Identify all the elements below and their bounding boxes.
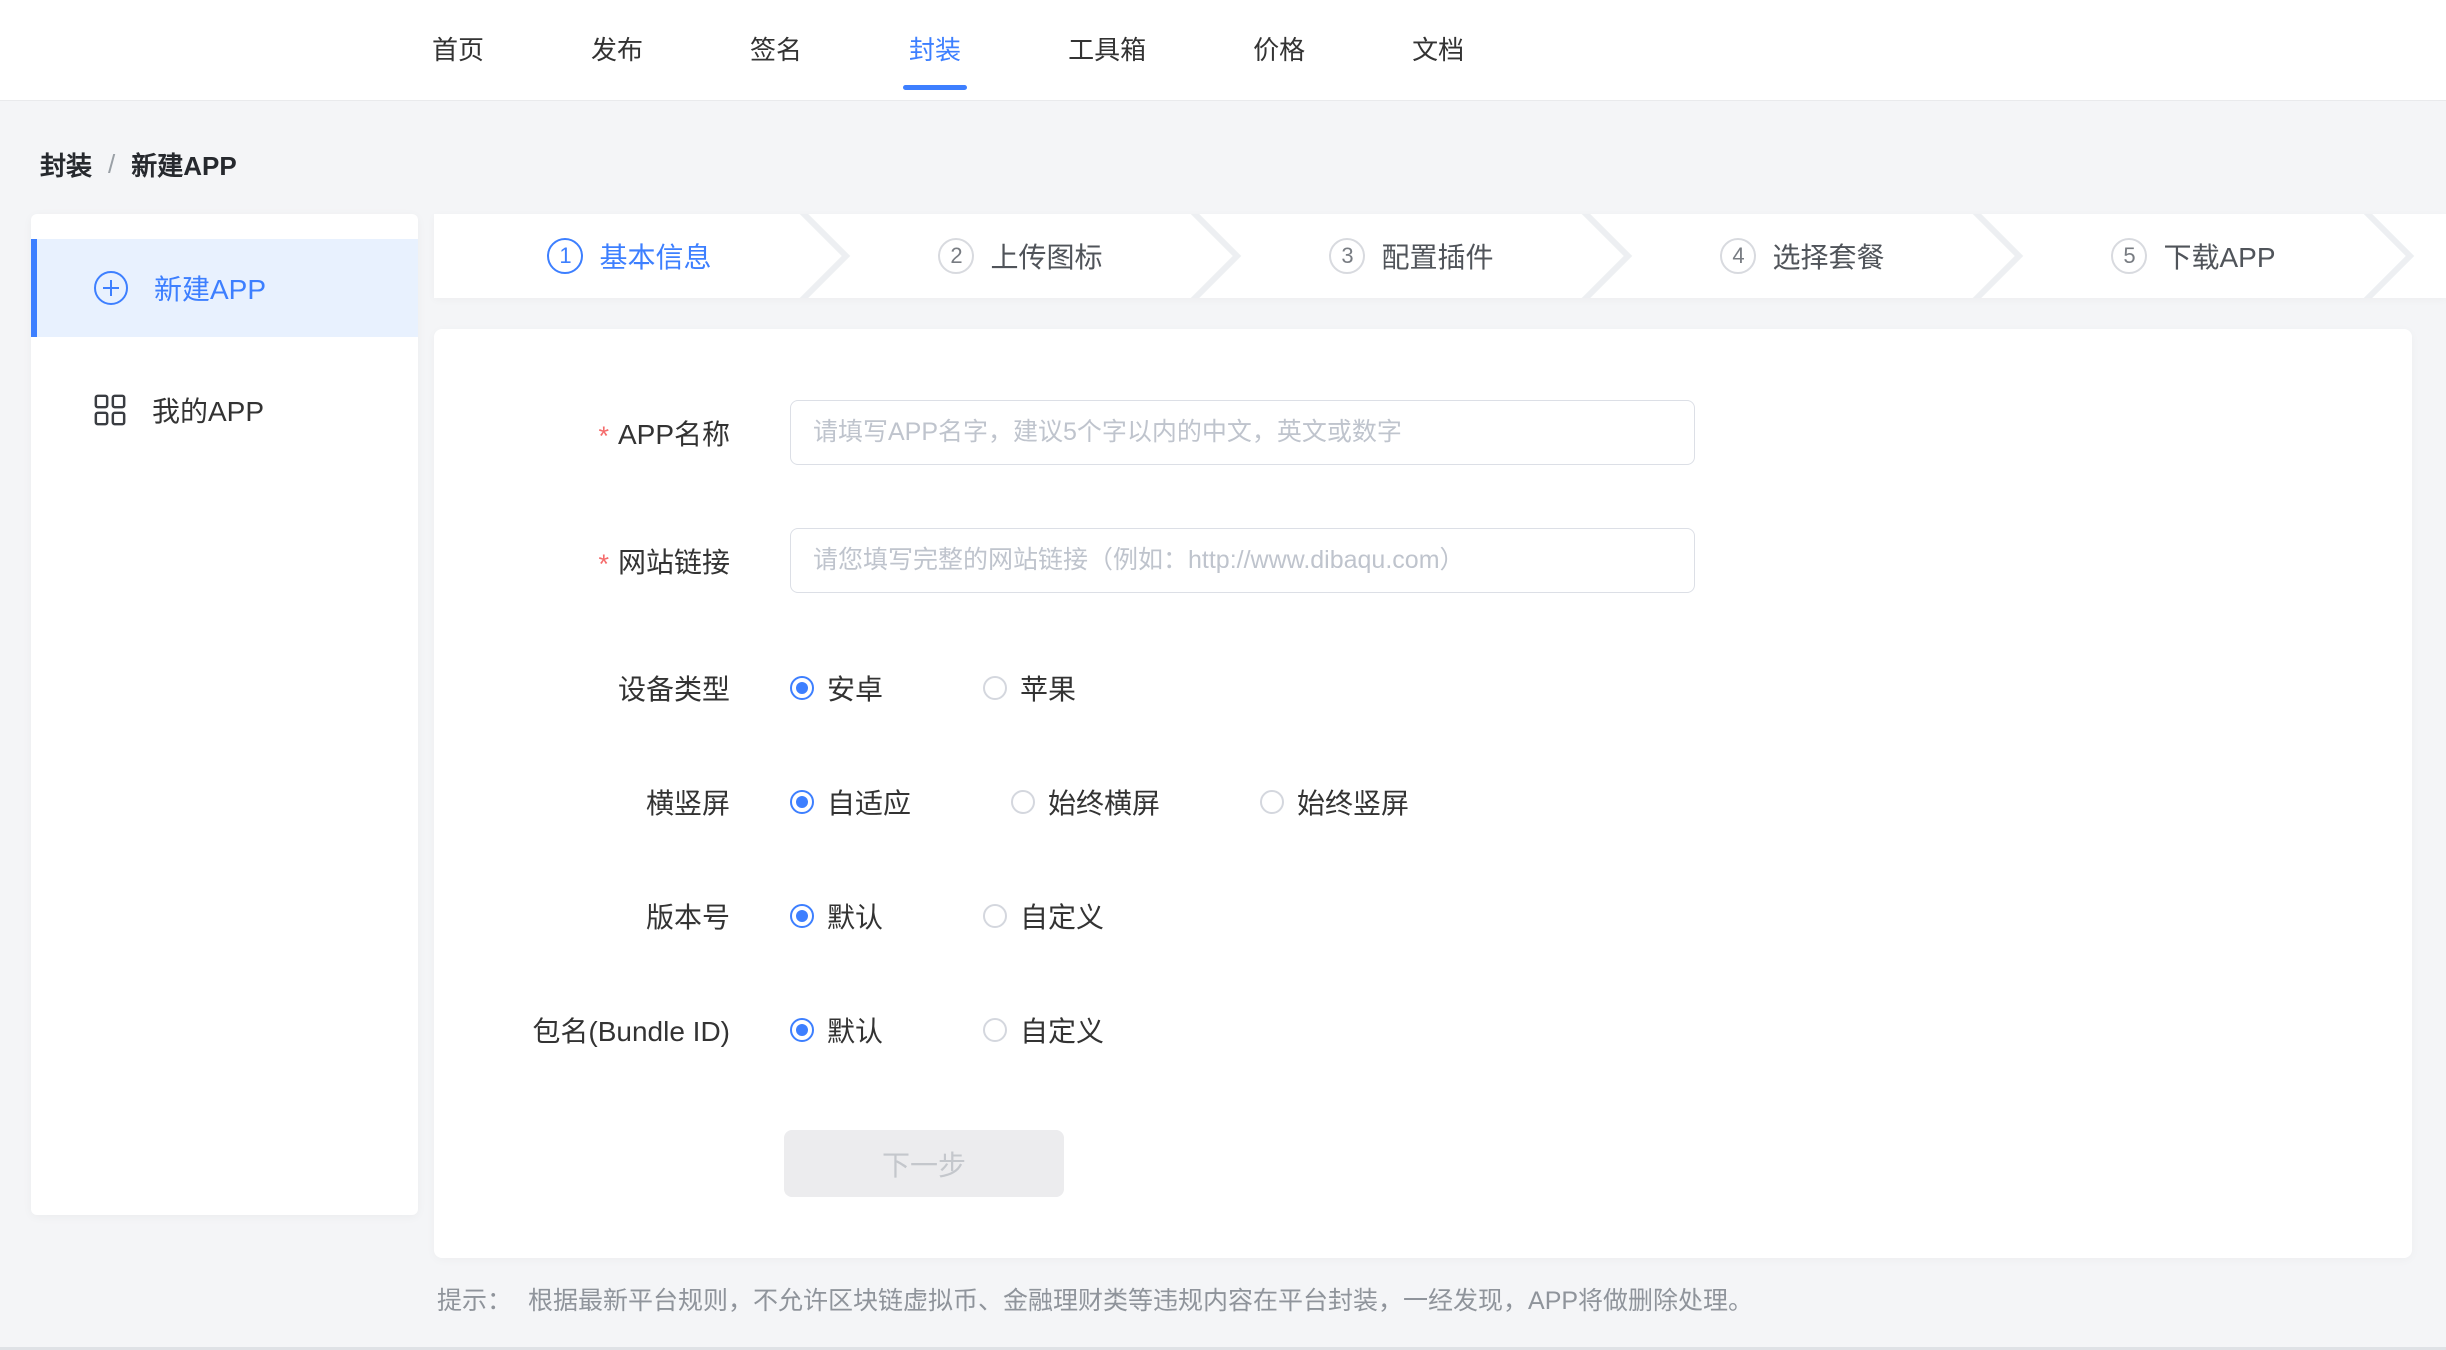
step-configure-plugins: 3 配置插件 [1216, 214, 1607, 298]
plus-circle-icon [93, 270, 129, 306]
nav-item-signature[interactable]: 签名 [750, 37, 802, 63]
breadcrumb-current: 新建APP [131, 146, 236, 183]
step-basic-info: 1 基本信息 [434, 214, 825, 298]
radio-icon [1260, 790, 1284, 814]
nav-item-package[interactable]: 封装 [909, 37, 961, 63]
radio-icon [1011, 790, 1035, 814]
form-row-orientation: 横竖屏 自适应 始终横屏 始终竖屏 [434, 777, 2412, 827]
step-download-app: 5 下载APP [1998, 214, 2389, 298]
nav-item-toolbox[interactable]: 工具箱 [1068, 37, 1146, 63]
sidebar-item-label: 我的APP [152, 390, 264, 430]
nav-item-docs[interactable]: 文档 [1412, 37, 1464, 63]
sidebar-item-new-app[interactable]: 新建APP [31, 239, 418, 337]
step-label: 配置插件 [1381, 236, 1493, 276]
radio-icon [790, 1018, 814, 1042]
main-nav: 首页 发布 签名 封装 工具箱 价格 文档 [432, 0, 1464, 100]
breadcrumb: 封装 / 新建APP [40, 146, 237, 183]
radio-icon [983, 676, 1007, 700]
step-number: 5 [2111, 238, 2147, 274]
platform-rules-tip: 提示： 根据最新平台规则，不允许区块链虚拟币、金融理财类等违规内容在平台封装，一… [437, 1281, 1753, 1317]
site-url-label: * 网站链接 [434, 541, 730, 581]
form-row-app-name: * APP名称 [434, 400, 2412, 465]
device-type-label: 设备类型 [434, 668, 730, 708]
radio-icon [983, 904, 1007, 928]
step-label: 基本信息 [599, 236, 711, 276]
chevron-separator-icon [2358, 214, 2418, 298]
radio-icon [983, 1018, 1007, 1042]
tip-text: 根据最新平台规则，不允许区块链虚拟币、金融理财类等违规内容在平台封装，一经发现，… [528, 1281, 1753, 1317]
step-label: 上传图标 [990, 236, 1102, 276]
version-label: 版本号 [434, 896, 730, 936]
nav-item-home[interactable]: 首页 [432, 37, 484, 63]
radio-bundle-custom[interactable]: 自定义 [983, 1010, 1104, 1050]
step-upload-icon: 2 上传图标 [825, 214, 1216, 298]
form-actions: 下一步 [434, 1130, 2412, 1197]
required-asterisk: * [598, 543, 609, 578]
sidebar-item-label: 新建APP [154, 268, 266, 308]
app-name-input[interactable] [790, 400, 1695, 465]
radio-icon [790, 904, 814, 928]
sidebar: 新建APP 我的APP [31, 214, 418, 1215]
radio-always-landscape[interactable]: 始终横屏 [1011, 782, 1160, 822]
radio-icon [790, 676, 814, 700]
app-name-label: * APP名称 [434, 413, 730, 453]
radio-always-portrait[interactable]: 始终竖屏 [1260, 782, 1409, 822]
radio-ios[interactable]: 苹果 [983, 668, 1076, 708]
radio-icon [790, 790, 814, 814]
radio-version-default[interactable]: 默认 [790, 896, 883, 936]
step-label: 选择套餐 [1772, 236, 1884, 276]
form-row-bundle-id: 包名(Bundle ID) 默认 自定义 [434, 1005, 2412, 1055]
radio-android[interactable]: 安卓 [790, 668, 883, 708]
form-row-version: 版本号 默认 自定义 [434, 891, 2412, 941]
step-number: 4 [1720, 238, 1756, 274]
step-number: 3 [1329, 238, 1365, 274]
radio-version-custom[interactable]: 自定义 [983, 896, 1104, 936]
form-row-site-url: * 网站链接 [434, 528, 2412, 593]
tip-prefix: 提示： [437, 1281, 512, 1317]
breadcrumb-separator: / [108, 149, 115, 180]
step-select-plan: 4 选择套餐 [1607, 214, 1998, 298]
step-number: 1 [547, 238, 583, 274]
sidebar-item-my-apps[interactable]: 我的APP [31, 361, 418, 459]
nav-item-publish[interactable]: 发布 [591, 37, 643, 63]
step-number: 2 [938, 238, 974, 274]
radio-auto-orientation[interactable]: 自适应 [790, 782, 911, 822]
nav-item-pricing[interactable]: 价格 [1253, 37, 1305, 63]
radio-bundle-default[interactable]: 默认 [790, 1010, 883, 1050]
step-wizard: 1 基本信息 2 上传图标 3 配置插件 4 选择套餐 5 下载APP [434, 214, 2446, 298]
step-label: 下载APP [2163, 236, 2275, 276]
bundle-id-label: 包名(Bundle ID) [434, 1010, 730, 1050]
orientation-label: 横竖屏 [434, 782, 730, 822]
grid-icon [93, 393, 127, 427]
breadcrumb-section[interactable]: 封装 [40, 146, 92, 183]
basic-info-form-card: * APP名称 * 网站链接 设备类型 安卓 苹果 横竖屏 [434, 329, 2412, 1258]
next-step-button[interactable]: 下一步 [784, 1130, 1064, 1197]
required-asterisk: * [598, 415, 609, 450]
top-navigation-bar: 首页 发布 签名 封装 工具箱 价格 文档 [0, 0, 2446, 101]
form-row-device-type: 设备类型 安卓 苹果 [434, 663, 2412, 713]
site-url-input[interactable] [790, 528, 1695, 593]
